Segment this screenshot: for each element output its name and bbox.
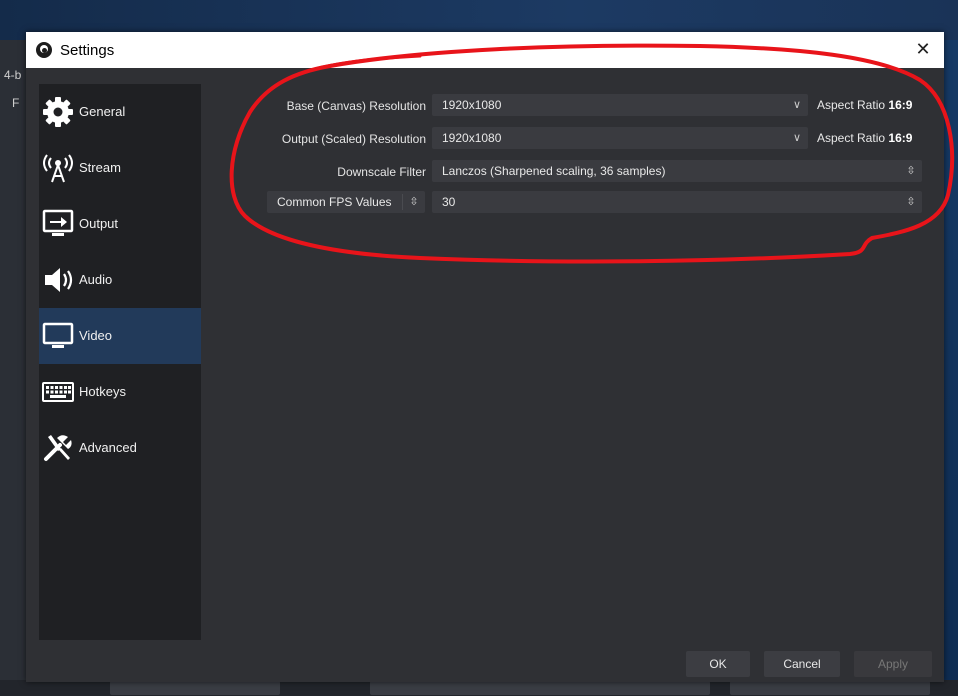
background-text-fragment: 4-b [4,68,22,82]
base-resolution-value: 1920x1080 [442,98,502,112]
fps-type-value: Common FPS Values [277,195,392,209]
close-button[interactable]: ✕ [910,36,936,62]
sidebar-item-label: Video [79,328,113,343]
sidebar-item-label: Advanced [79,440,137,455]
wrench-screwdriver-icon [41,431,75,465]
output-resolution-label: Output (Scaled) Resolution [281,132,426,146]
sidebar-item-output[interactable]: Output [39,196,201,252]
sidebar-item-general[interactable]: General [39,84,201,140]
chevron-down-icon[interactable]: ∨ [786,127,808,149]
up-down-chevron-icon[interactable]: ⇳ [900,160,922,182]
downscale-filter-label: Downscale Filter [337,165,426,179]
up-down-chevron-icon[interactable]: ⇳ [403,191,425,213]
background-control [110,681,280,695]
sidebar-item-label: Output [79,216,119,231]
base-resolution-label: Base (Canvas) Resolution [286,99,426,113]
broadcast-antenna-icon [41,151,75,185]
downscale-filter-value: Lanczos (Sharpened scaling, 36 samples) [442,164,666,178]
settings-sidebar: General Stream Output Audio Video Hotkey… [39,84,201,640]
sidebar-item-advanced[interactable]: Advanced [39,420,201,476]
cancel-button[interactable]: Cancel [764,651,840,677]
aspect-ratio-label: Aspect Ratio [817,131,886,145]
monitor-icon [41,319,75,353]
aspect-ratio-value: 16:9 [888,131,913,145]
settings-dialog: Settings ✕ General Stream Output Audio V… [26,32,944,682]
sidebar-item-hotkeys[interactable]: Hotkeys [39,364,201,420]
background-text-fragment: F [12,96,20,110]
output-resolution-combobox[interactable]: 1920x1080 ∨ [432,127,808,149]
chevron-down-icon[interactable]: ∨ [786,94,808,116]
sidebar-item-video[interactable]: Video [39,308,201,364]
obs-main-window-edge: 4-b F [0,40,26,696]
downscale-filter-select[interactable]: Lanczos (Sharpened scaling, 36 samples) … [432,160,922,182]
obs-main-window-bottom [0,680,958,696]
background-control [370,681,710,695]
fps-value-select[interactable]: 30 ⇳ [432,191,922,213]
output-resolution-value: 1920x1080 [442,131,502,145]
sidebar-item-audio[interactable]: Audio [39,252,201,308]
fps-value: 30 [442,195,456,209]
gear-icon [41,95,75,129]
sidebar-item-label: Stream [79,160,121,175]
obs-logo-icon [36,42,52,58]
base-resolution-combobox[interactable]: 1920x1080 ∨ [432,94,808,116]
aspect-ratio-value: 16:9 [888,98,913,112]
desktop-background-right [944,40,958,696]
sidebar-item-stream[interactable]: Stream [39,140,201,196]
fps-type-select[interactable]: Common FPS Values ⇳ [267,191,425,213]
up-down-chevron-icon[interactable]: ⇳ [900,191,922,213]
apply-button[interactable]: Apply [854,651,932,677]
ok-button[interactable]: OK [686,651,750,677]
output-monitor-icon [41,207,75,241]
sidebar-item-label: Hotkeys [79,384,126,399]
base-aspect-ratio: Aspect Ratio 16:9 [817,98,912,112]
background-control [730,681,930,695]
output-aspect-ratio: Aspect Ratio 16:9 [817,131,912,145]
aspect-ratio-label: Aspect Ratio [817,98,886,112]
sidebar-item-label: Audio [79,272,113,287]
window-title: Settings [60,42,115,59]
title-bar: Settings ✕ [26,32,944,68]
speaker-icon [41,263,75,297]
keyboard-icon [41,375,75,409]
sidebar-item-label: General [79,104,126,119]
